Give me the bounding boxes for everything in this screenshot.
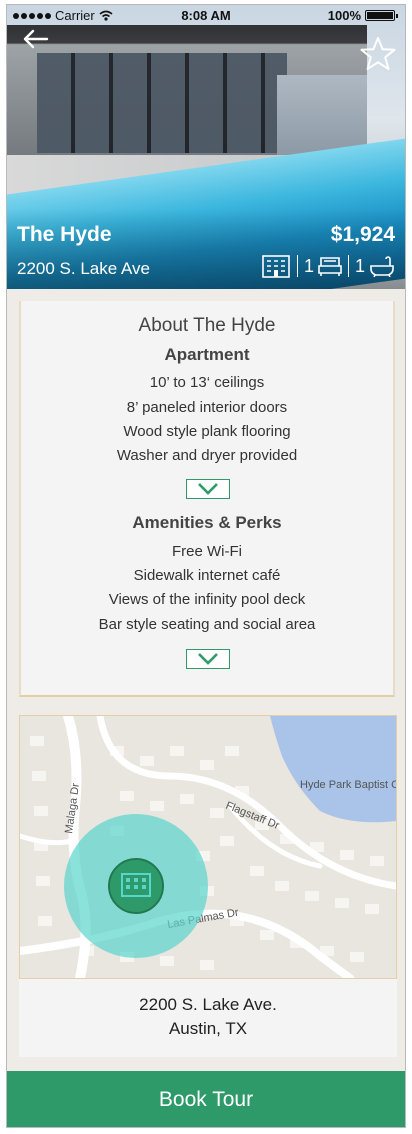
chevron-down-icon [198, 483, 218, 495]
bath-count: 1 [354, 255, 365, 276]
listing-specs: 1 1 [261, 253, 395, 279]
battery-icon [365, 10, 398, 21]
location-map[interactable]: Hyde Park Baptist C Malaga Dr Flagstaff … [19, 715, 397, 979]
chevron-down-icon [198, 653, 218, 665]
list-item: Sidewalk internet café [133, 567, 281, 584]
expand-apartment-button[interactable] [186, 479, 230, 499]
amenities-heading: Amenities & Perks [132, 513, 282, 532]
list-item: Free Wi-Fi [172, 543, 242, 560]
hero-image: The Hyde 2200 S. Lake Ave $1,924 1 1 [7, 5, 405, 289]
list-item: Bar style seating and social area [98, 616, 316, 633]
listing-price: $1,924 [330, 223, 395, 246]
list-item: Views of the infinity pool deck [108, 591, 306, 608]
list-item: Wood style plank flooring [123, 423, 291, 440]
star-icon [360, 37, 396, 70]
back-button[interactable] [21, 27, 51, 53]
status-bar: Carrier 8:08 AM 100% [7, 5, 405, 27]
back-arrow-icon [23, 29, 49, 49]
phone-screen: The Hyde 2200 S. Lake Ave $1,924 1 1 Car… [6, 4, 406, 1128]
address-line-1: 2200 S. Lake Ave. [139, 995, 277, 1014]
battery-percent: 100% [327, 8, 361, 23]
favorite-button[interactable] [359, 35, 397, 73]
map-label-church: Hyde Park Baptist C [300, 779, 396, 791]
address-line-2: Austin, TX [168, 1019, 248, 1038]
about-card: About The Hyde Apartment 10’ to 13‘ ceil… [19, 301, 395, 697]
about-title: About The Hyde [138, 315, 276, 336]
apartment-heading: Apartment [164, 345, 250, 364]
map-canvas: Hyde Park Baptist C Malaga Dr Flagstaff … [20, 716, 396, 978]
list-item: Washer and dryer provided [116, 447, 298, 464]
expand-amenities-button[interactable] [186, 649, 230, 669]
book-tour-button[interactable]: Book Tour [7, 1071, 405, 1127]
list-item: 8’ paneled interior doors [126, 399, 288, 416]
bed-count: 1 [303, 255, 314, 276]
map-address: 2200 S. Lake Ave. Austin, TX [19, 979, 397, 1057]
listing-title: The Hyde [17, 223, 112, 246]
bathtub-icon [370, 256, 394, 277]
list-item: 10’ to 13‘ ceilings [149, 374, 265, 391]
listing-address: 2200 S. Lake Ave [17, 259, 150, 278]
bed-icon [318, 257, 342, 276]
building-icon [262, 255, 290, 278]
